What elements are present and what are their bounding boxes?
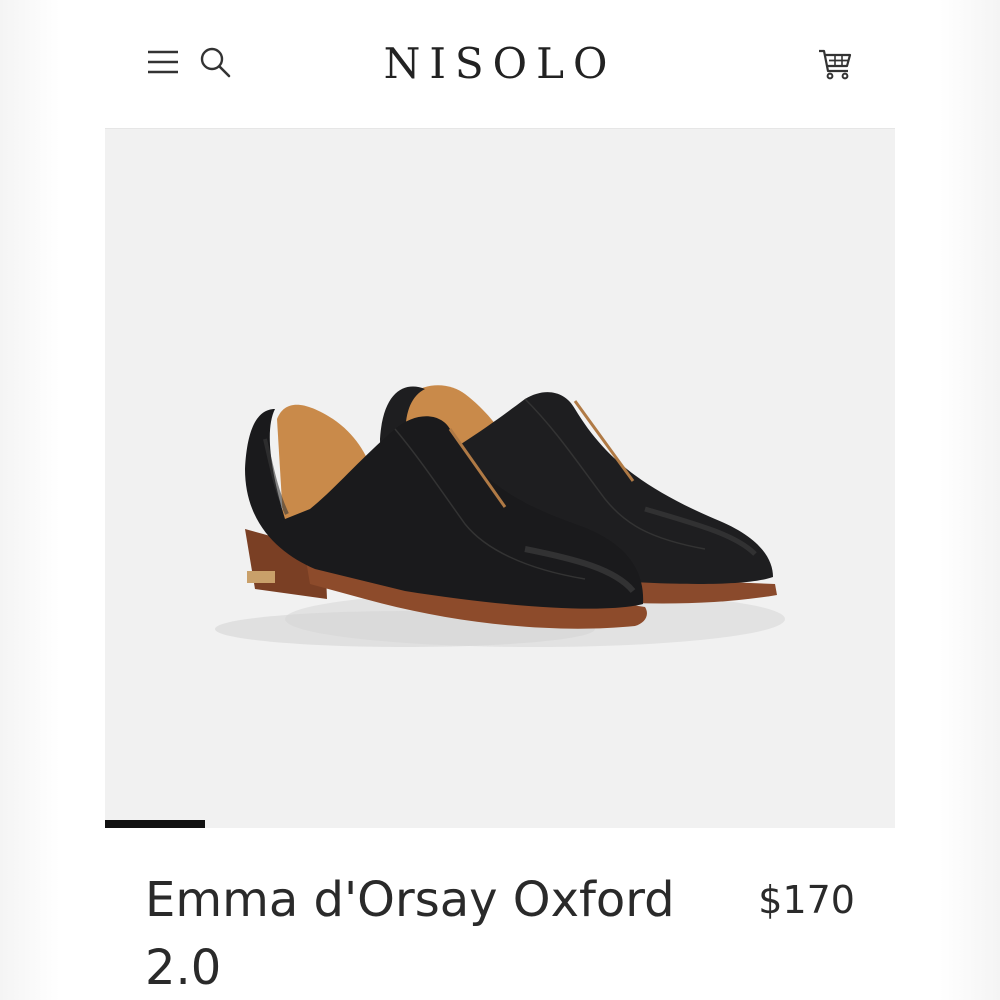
shopping-cart-icon [819, 49, 852, 80]
product-price: $170 [758, 878, 855, 922]
cart-button[interactable] [815, 44, 855, 84]
site-header: NISOLO [105, 0, 895, 129]
product-gallery[interactable] [105, 129, 895, 828]
gallery-slide-indicator[interactable] [105, 820, 205, 828]
page: NISOLO Emma d'Orsay Oxford 2.0 $170 [0, 0, 1000, 1000]
brand-logo[interactable]: NISOLO [105, 36, 895, 92]
product-image [215, 385, 785, 647]
product-title: Emma d'Orsay Oxford 2.0 [145, 872, 675, 996]
main-column: NISOLO Emma d'Orsay Oxford 2.0 $170 [105, 0, 895, 1000]
